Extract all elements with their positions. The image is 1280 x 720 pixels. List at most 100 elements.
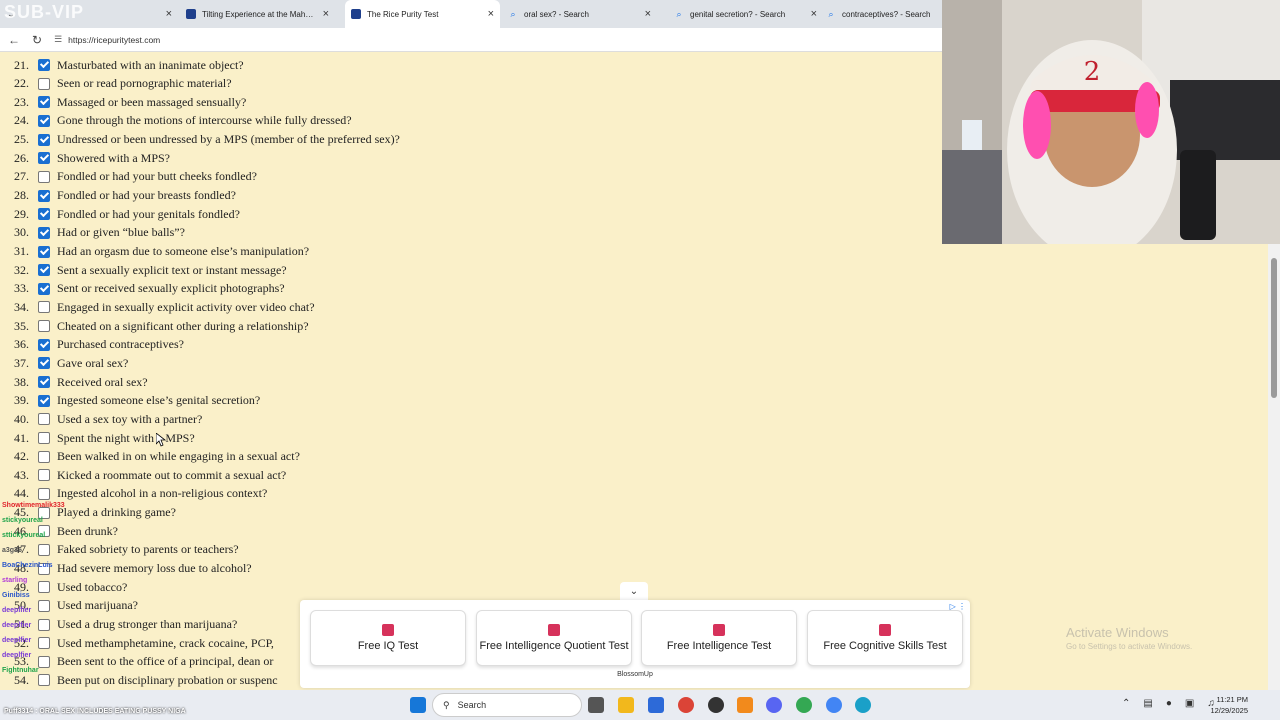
site-info-icon[interactable]: ☰	[54, 34, 62, 45]
question-checkbox[interactable]	[38, 469, 50, 482]
question-checkbox[interactable]	[38, 282, 50, 295]
chrome-beta-icon[interactable]	[826, 697, 842, 713]
windows-start-icon[interactable]	[410, 697, 426, 713]
network-icon[interactable]: ▤	[1143, 698, 1152, 709]
task-view-icon[interactable]	[588, 697, 604, 713]
chat-username: deeplfier	[2, 652, 32, 659]
question-text: Fondled or had your genitals fondled?	[57, 206, 240, 221]
question-row: 28. Fondled or had your breasts fondled?	[0, 187, 236, 205]
question-text: Used a sex toy with a partner?	[57, 411, 203, 426]
question-checkbox[interactable]	[38, 77, 50, 90]
tab-label: contraceptives? - Search	[842, 9, 931, 19]
question-checkbox[interactable]	[38, 450, 50, 463]
question-checkbox[interactable]	[38, 96, 50, 109]
close-icon[interactable]: ×	[811, 8, 817, 20]
question-number: 22.	[14, 76, 29, 91]
question-number: 42.	[14, 449, 29, 464]
chrome-profile-icon[interactable]	[796, 697, 812, 713]
file-explorer-icon[interactable]	[618, 697, 634, 713]
question-row: 31. Had an orgasm due to someone else’s m…	[0, 243, 309, 261]
chevron-up-icon[interactable]: ⌃	[1122, 698, 1130, 709]
question-checkbox[interactable]	[38, 170, 50, 183]
question-row: 25. Undressed or been undressed by a MPS …	[0, 131, 400, 149]
question-number: 38.	[14, 374, 29, 389]
question-checkbox[interactable]	[38, 357, 50, 370]
browser-tab[interactable]: ⌕ contraceptives? - Search	[820, 0, 940, 28]
question-number: 26.	[14, 150, 29, 165]
activate-windows-watermark: Activate Windows Go to Settings to activ…	[1066, 625, 1192, 651]
ad-card[interactable]: Free IQ Test	[310, 610, 466, 666]
question-checkbox[interactable]	[38, 338, 50, 351]
chat-username: BoaChezinLuis	[2, 562, 53, 569]
question-number: 39.	[14, 393, 29, 408]
close-icon[interactable]: ×	[323, 8, 329, 20]
question-checkbox[interactable]	[38, 133, 50, 146]
display-icon[interactable]: ▣	[1185, 698, 1194, 709]
question-row: 30. Had or given “blue balls”?	[0, 224, 185, 242]
question-checkbox[interactable]	[38, 413, 50, 426]
question-checkbox[interactable]	[38, 264, 50, 277]
taskbar-search[interactable]: ⚲ Search	[432, 693, 582, 717]
ad-card[interactable]: Free Intelligence Quotient Test	[476, 610, 632, 666]
question-checkbox[interactable]	[38, 208, 50, 221]
system-tray: ⌃ ▤ ● ▣ ♫	[1122, 698, 1215, 709]
mouse-cursor-icon	[156, 433, 166, 447]
browser-tab[interactable]: The Rice Purity Test ×	[345, 0, 500, 28]
browser-tab[interactable]: Tilting Experience at the Mahankli ×	[180, 0, 335, 28]
chat-username: stickyoureal	[2, 517, 43, 524]
question-number: 32.	[14, 262, 29, 277]
question-checkbox[interactable]	[38, 376, 50, 389]
question-checkbox[interactable]	[38, 487, 50, 500]
question-checkbox[interactable]	[38, 320, 50, 333]
ad-collapse-button[interactable]: ⌄	[620, 582, 648, 600]
app-icon[interactable]	[708, 697, 724, 713]
favicon-icon	[351, 9, 361, 19]
question-text: Been walked in on while engaging in a se…	[57, 449, 300, 464]
question-number: 30.	[14, 225, 29, 240]
chat-username: deeplfier	[2, 637, 32, 644]
question-checkbox[interactable]	[38, 59, 50, 71]
scrollbar-thumb[interactable]	[1271, 258, 1277, 398]
question-row: 27. Fondled or had your butt cheeks fondl…	[0, 168, 257, 186]
question-row: 32. Sent a sexually explicit text or inst…	[0, 261, 287, 279]
question-row: 34. Engaged in sexually explicit activity…	[0, 298, 315, 316]
store-icon[interactable]	[648, 697, 664, 713]
ad-card[interactable]: Free Cognitive Skills Test	[807, 610, 963, 666]
webcam-overlay: 2	[942, 0, 1280, 244]
question-checkbox[interactable]	[38, 245, 50, 258]
edge-icon[interactable]	[855, 697, 871, 713]
question-checkbox[interactable]	[38, 394, 50, 407]
question-checkbox[interactable]	[38, 189, 50, 202]
question-text: Fondled or had your butt cheeks fondled?	[57, 169, 257, 184]
close-icon[interactable]: ×	[488, 8, 494, 20]
taskbar-clock[interactable]: 11:21 PM 12/29/2025	[1210, 694, 1248, 716]
question-number: 28.	[14, 188, 29, 203]
close-icon[interactable]: ×	[645, 8, 651, 20]
reload-icon[interactable]: ↻	[32, 33, 42, 47]
microphone-icon[interactable]: ●	[1166, 698, 1172, 709]
question-checkbox[interactable]	[38, 114, 50, 127]
ad-card[interactable]: Free Intelligence Test	[641, 610, 797, 666]
question-row: 36. Purchased contraceptives?	[0, 336, 184, 354]
tab-label: genital secretion? - Search	[690, 9, 786, 19]
question-number: 34.	[14, 299, 29, 314]
vlc-icon[interactable]	[737, 697, 753, 713]
question-checkbox[interactable]	[38, 432, 50, 444]
chrome-icon[interactable]	[678, 697, 694, 713]
browser-tab[interactable]: ⌕ genital secretion? - Search ×	[668, 0, 823, 28]
question-checkbox[interactable]	[38, 301, 50, 314]
back-icon[interactable]: ←	[8, 33, 20, 47]
question-checkbox[interactable]	[38, 152, 50, 165]
question-number: 40.	[14, 411, 29, 426]
page-scrollbar[interactable]	[1268, 244, 1280, 690]
tab-label: Tilting Experience at the Mahankli	[202, 9, 317, 19]
chevron-down-icon: ⌄	[629, 585, 639, 597]
question-text: Spent the night with a MPS?	[57, 430, 195, 445]
question-checkbox[interactable]	[38, 226, 50, 239]
browser-tab[interactable]: ⌕ oral sex? - Search ×	[502, 0, 657, 28]
discord-icon[interactable]	[766, 697, 782, 713]
svg-text:2: 2	[1084, 57, 1101, 87]
question-number: 37.	[14, 355, 29, 370]
url-field[interactable]: ☰ https://ricepuritytest.com	[54, 34, 160, 45]
close-icon[interactable]: ×	[166, 8, 172, 20]
